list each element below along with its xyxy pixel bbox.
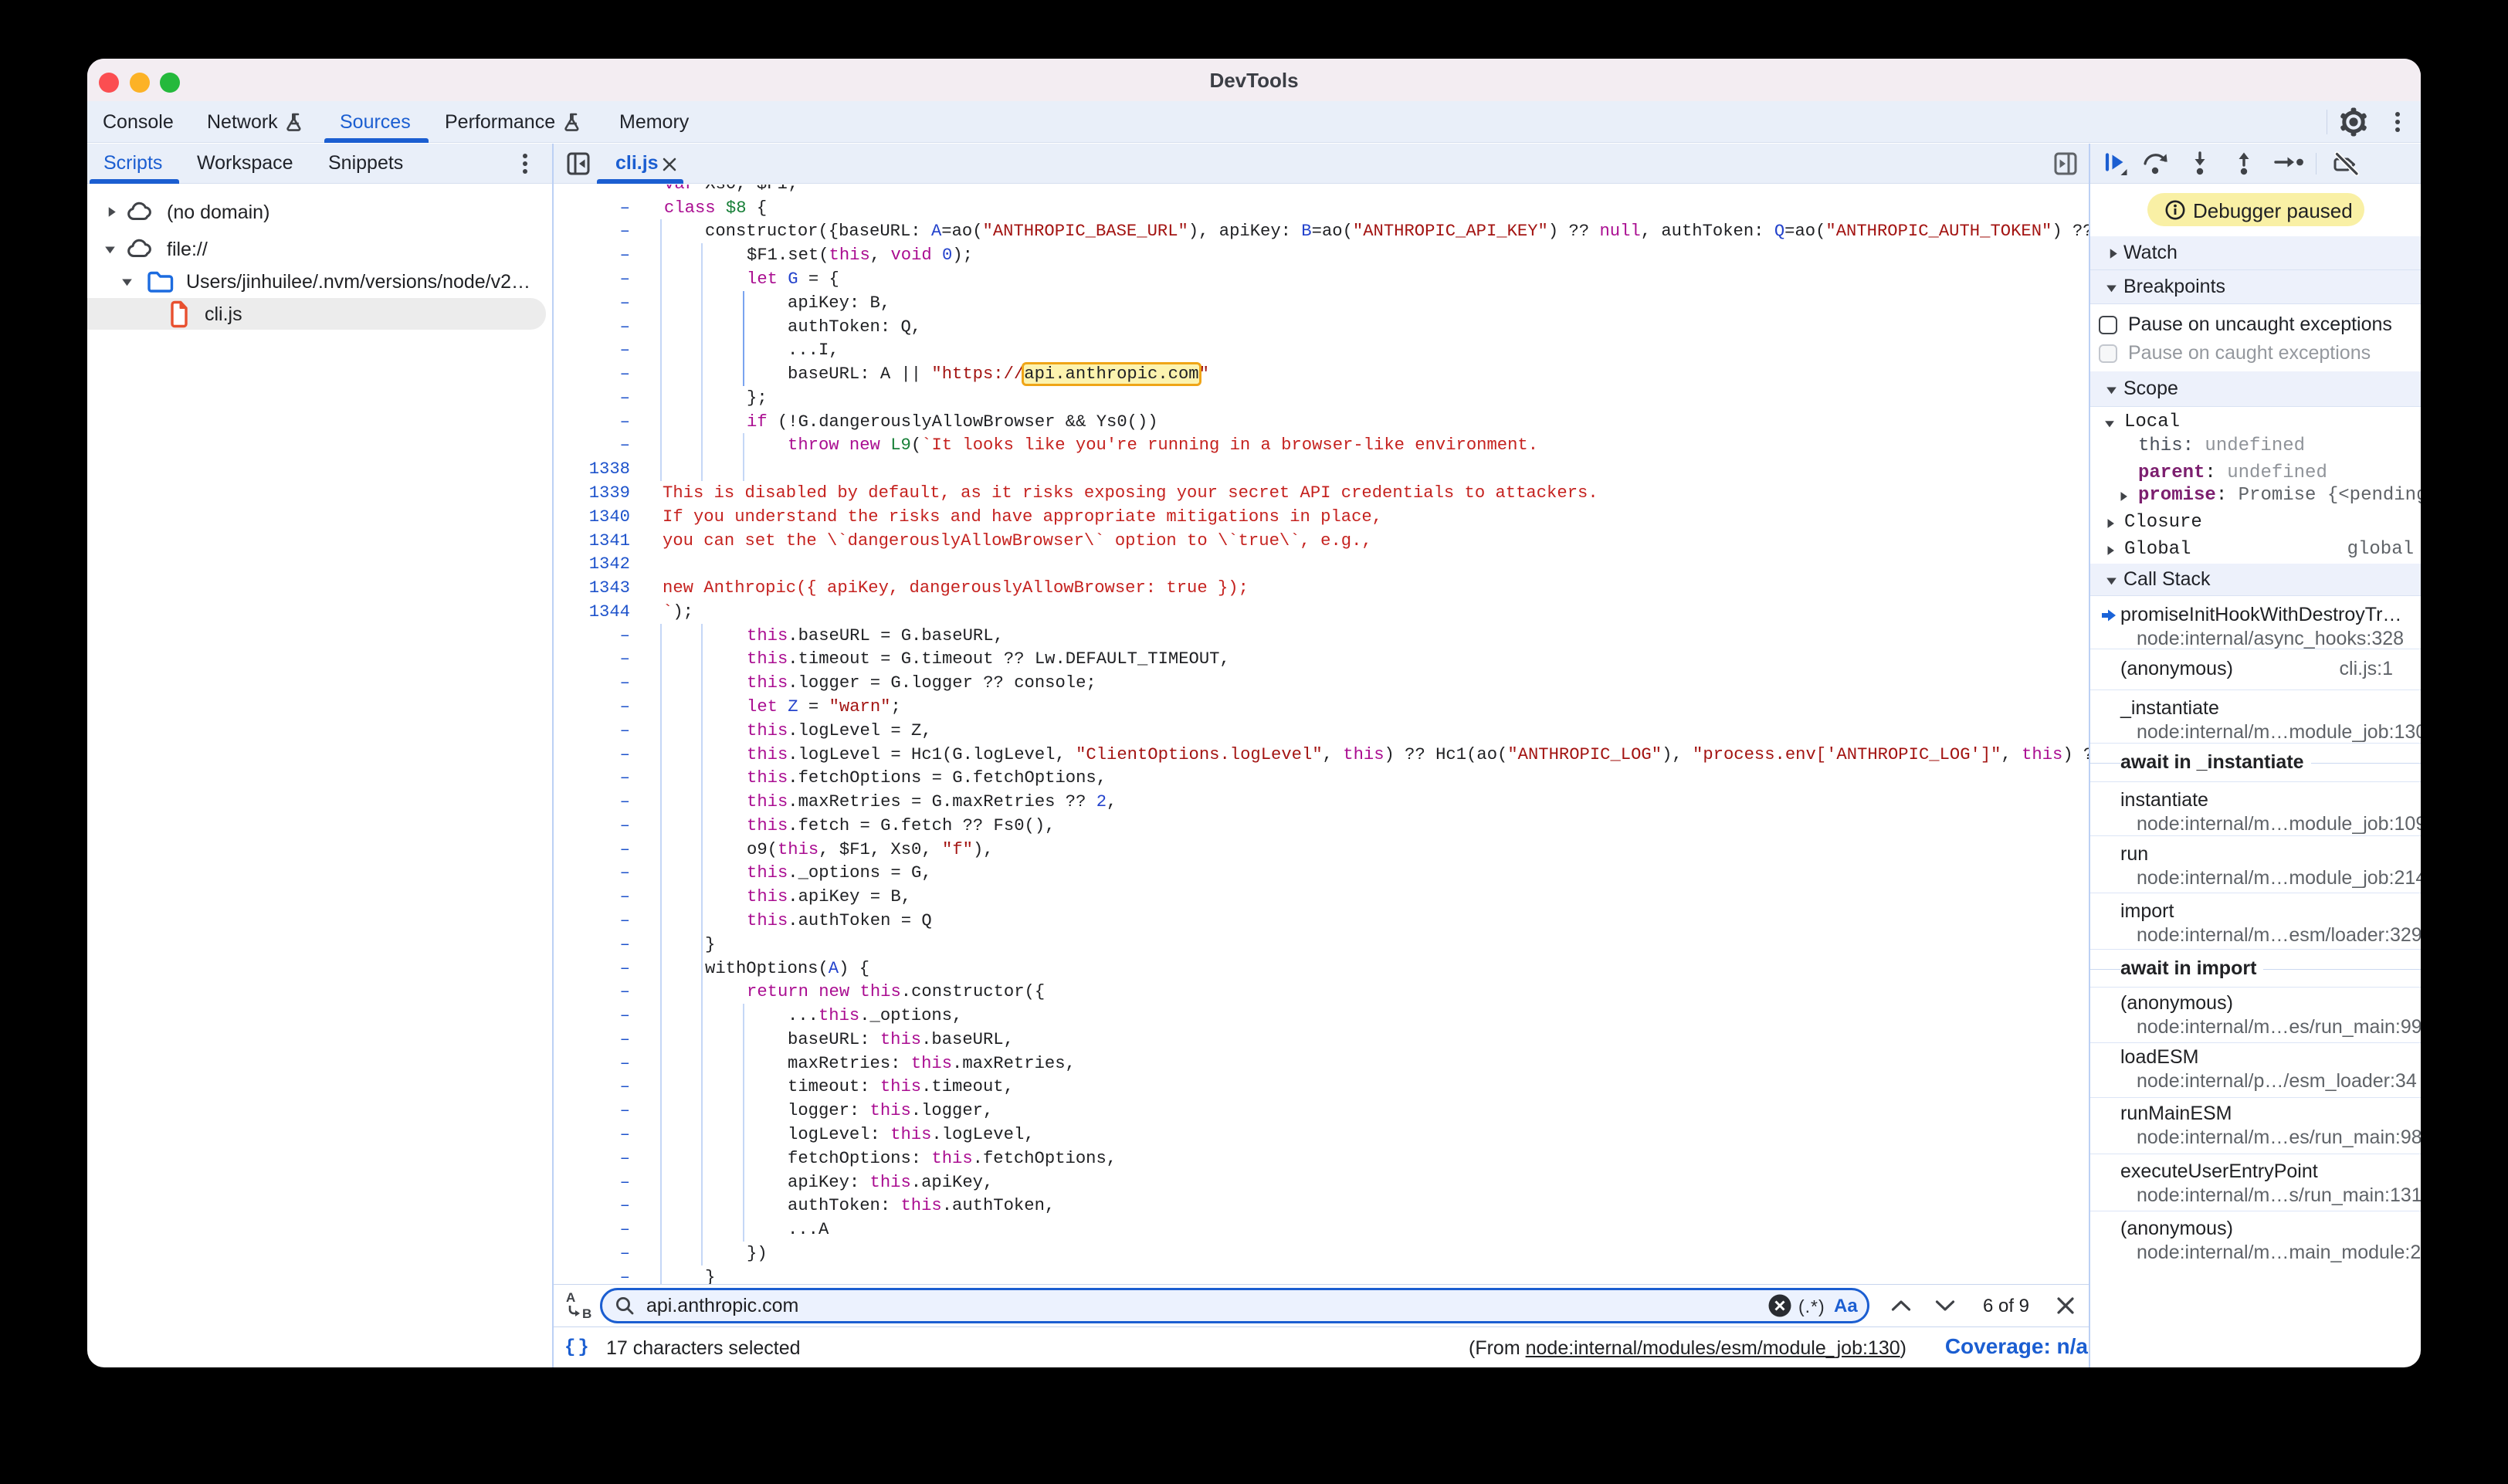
svg-text:B: B: [582, 1306, 591, 1321]
svg-text:A: A: [566, 1290, 575, 1305]
